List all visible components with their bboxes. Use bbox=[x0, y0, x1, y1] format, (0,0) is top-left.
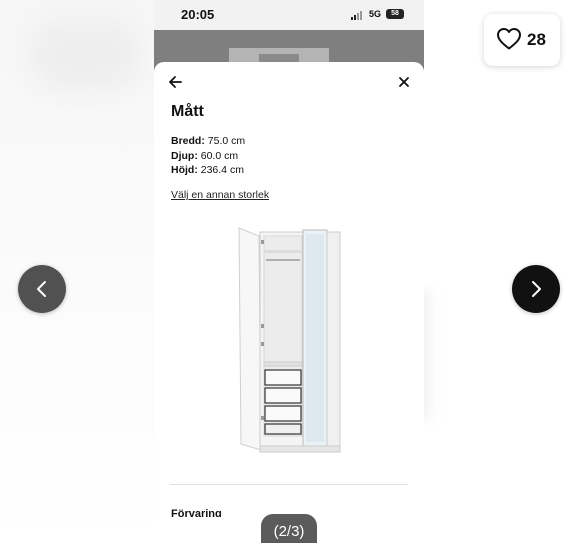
dimension-label: Bredd: bbox=[171, 135, 205, 147]
previous-image-button[interactable] bbox=[18, 265, 66, 313]
change-size-link[interactable]: Välj en annan storlek bbox=[171, 189, 269, 201]
sheet-title: Mått bbox=[171, 103, 204, 120]
dimension-label: Höjd: bbox=[171, 164, 198, 176]
status-time: 20:05 bbox=[181, 7, 215, 22]
background-room-image bbox=[154, 30, 424, 66]
dimensions-sheet: Mått Bredd: 75.0 cm Djup: 60.0 cm Höjd: … bbox=[154, 62, 424, 543]
dimension-label: Djup: bbox=[171, 149, 198, 162]
favorite-count: 28 bbox=[527, 30, 546, 49]
heart-icon bbox=[497, 28, 521, 50]
network-label: 5G bbox=[369, 9, 382, 19]
favorite-button[interactable]: 28 bbox=[484, 14, 560, 66]
background-left bbox=[0, 0, 154, 543]
next-section-heading: Förvaring bbox=[171, 508, 222, 517]
signal-icon bbox=[351, 10, 365, 20]
wardrobe-product-image bbox=[238, 227, 341, 453]
close-icon[interactable] bbox=[395, 73, 413, 91]
next-image-button[interactable] bbox=[512, 265, 560, 313]
back-arrow-icon[interactable] bbox=[166, 73, 184, 91]
battery-icon: 58 bbox=[386, 9, 404, 19]
image-counter: (2/3) bbox=[261, 514, 317, 543]
chevron-left-icon bbox=[37, 281, 46, 297]
dimension-value: 60.0 cm bbox=[200, 149, 239, 162]
section-divider bbox=[170, 484, 408, 485]
chevron-right-icon bbox=[532, 281, 541, 297]
phone-screenshot: 20:05 5G 58 Mått Bredd: 75.0 cm Djup: 60… bbox=[154, 0, 424, 543]
dimension-value: 75.0 cm bbox=[207, 135, 246, 147]
dimension-width: Bredd: 75.0 cm bbox=[171, 134, 245, 149]
dimension-value: 236.4 cm bbox=[200, 164, 244, 176]
dimension-list: Bredd: 75.0 cm Djup: 60.0 cm Höjd: 236.4… bbox=[171, 134, 245, 178]
dimension-height: Höjd: 236.4 cm bbox=[171, 163, 245, 178]
blurred-shape bbox=[30, 20, 140, 90]
status-bar: 20:05 5G 58 bbox=[154, 0, 424, 30]
dimension-depth: Djup: 60.0 cm bbox=[171, 149, 245, 164]
